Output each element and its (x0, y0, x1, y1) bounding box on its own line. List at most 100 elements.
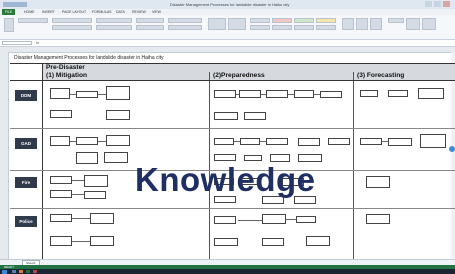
process-box[interactable] (214, 216, 236, 224)
process-box[interactable] (366, 214, 390, 224)
style-input[interactable] (316, 25, 336, 30)
process-box[interactable] (106, 86, 130, 100)
merge-center-button[interactable] (136, 25, 164, 30)
flow-arrow (286, 219, 296, 220)
process-box[interactable] (298, 138, 320, 146)
process-box[interactable] (76, 91, 98, 98)
conditional-formatting-button[interactable] (208, 18, 226, 30)
phase-forecasting: (3) Forecasting (357, 72, 405, 79)
sheet-title: Disaster Management Processes for landsl… (14, 55, 164, 61)
process-box[interactable] (266, 90, 288, 98)
process-box[interactable] (84, 191, 106, 199)
vertical-scrollbar[interactable] (451, 52, 455, 259)
process-box[interactable] (296, 216, 316, 223)
process-box[interactable] (50, 190, 72, 198)
delete-cells-button[interactable] (356, 18, 368, 30)
process-box[interactable] (104, 152, 128, 163)
process-box[interactable] (50, 176, 72, 184)
process-box[interactable] (50, 110, 72, 118)
comment-bubble-icon[interactable] (449, 146, 455, 152)
style-check-cell[interactable] (272, 25, 292, 30)
format-as-table-button[interactable] (228, 18, 246, 30)
process-box[interactable] (84, 175, 108, 187)
process-box[interactable] (262, 238, 284, 246)
process-box[interactable] (50, 136, 70, 146)
clipboard-group[interactable] (18, 18, 48, 23)
sort-filter-button[interactable] (406, 18, 420, 30)
browser-icon[interactable] (19, 270, 23, 273)
process-box[interactable] (214, 90, 236, 98)
process-box[interactable] (366, 176, 390, 188)
process-box[interactable] (420, 134, 446, 148)
process-box[interactable] (239, 90, 261, 98)
format-cells-button[interactable] (370, 18, 382, 30)
font-style-buttons[interactable] (52, 25, 92, 30)
process-box[interactable] (266, 138, 288, 145)
process-box[interactable] (388, 138, 412, 146)
process-box[interactable] (90, 213, 114, 224)
process-box[interactable] (106, 135, 130, 146)
process-box[interactable] (328, 138, 350, 145)
alignment-buttons[interactable] (96, 25, 132, 30)
process-box[interactable] (388, 90, 408, 97)
process-box[interactable] (50, 214, 72, 222)
process-box[interactable] (262, 214, 286, 224)
row-headers (0, 52, 9, 260)
process-box[interactable] (76, 152, 98, 164)
alignment-group[interactable] (96, 18, 132, 23)
insert-cells-button[interactable] (342, 18, 354, 30)
flow-arrow (261, 94, 266, 95)
number-buttons[interactable] (168, 25, 202, 30)
process-box[interactable] (106, 110, 130, 120)
process-box[interactable] (306, 236, 330, 246)
explorer-icon[interactable] (12, 270, 16, 273)
name-box[interactable] (2, 41, 32, 45)
process-box[interactable] (214, 154, 236, 161)
process-box[interactable] (240, 138, 260, 145)
flow-arrow (98, 141, 106, 142)
title-bar: Disaster Management Processes for landsl… (0, 0, 455, 9)
style-bad[interactable] (272, 18, 292, 23)
powerpoint-icon[interactable] (33, 270, 37, 273)
style-neutral[interactable] (316, 18, 336, 23)
ribbon (0, 15, 455, 40)
start-icon[interactable] (2, 269, 7, 274)
process-box[interactable] (294, 90, 314, 98)
close-icon[interactable] (443, 1, 450, 7)
font-name-select[interactable] (52, 18, 92, 23)
process-box[interactable] (90, 236, 114, 246)
find-select-button[interactable] (422, 18, 436, 30)
fx-icon[interactable]: fx (36, 40, 39, 46)
process-box[interactable] (50, 88, 70, 99)
quick-access-toolbar[interactable] (3, 2, 27, 7)
process-box[interactable] (244, 112, 266, 120)
lane-label-fire: Fire (15, 177, 37, 188)
process-box[interactable] (214, 138, 234, 145)
style-good[interactable] (294, 18, 314, 23)
style-calculation[interactable] (250, 25, 270, 30)
flow-arrow (288, 94, 294, 95)
lane-divider (10, 208, 455, 209)
paste-button[interactable] (4, 18, 14, 32)
number-format-select[interactable] (168, 18, 202, 23)
process-box[interactable] (320, 91, 342, 98)
style-normal[interactable] (250, 18, 270, 23)
flow-arrow (314, 94, 320, 95)
minimize-icon[interactable] (425, 1, 432, 7)
process-box[interactable] (360, 90, 378, 97)
process-box[interactable] (418, 88, 444, 99)
wrap-text-button[interactable] (136, 18, 164, 23)
process-box[interactable] (360, 138, 382, 145)
phase-pre-disaster: Pre-Disaster (46, 64, 85, 71)
process-box[interactable] (214, 238, 238, 246)
style-explanatory[interactable] (294, 25, 314, 30)
flow-arrow (234, 141, 240, 142)
knowledge-overlay-text: Knowledge (135, 161, 316, 198)
autosum-button[interactable] (388, 18, 404, 23)
process-box[interactable] (214, 112, 238, 120)
process-box[interactable] (50, 236, 72, 246)
flow-arrow (72, 194, 84, 195)
excel-icon[interactable] (26, 270, 30, 273)
maximize-icon[interactable] (434, 1, 441, 7)
process-box[interactable] (76, 137, 98, 145)
